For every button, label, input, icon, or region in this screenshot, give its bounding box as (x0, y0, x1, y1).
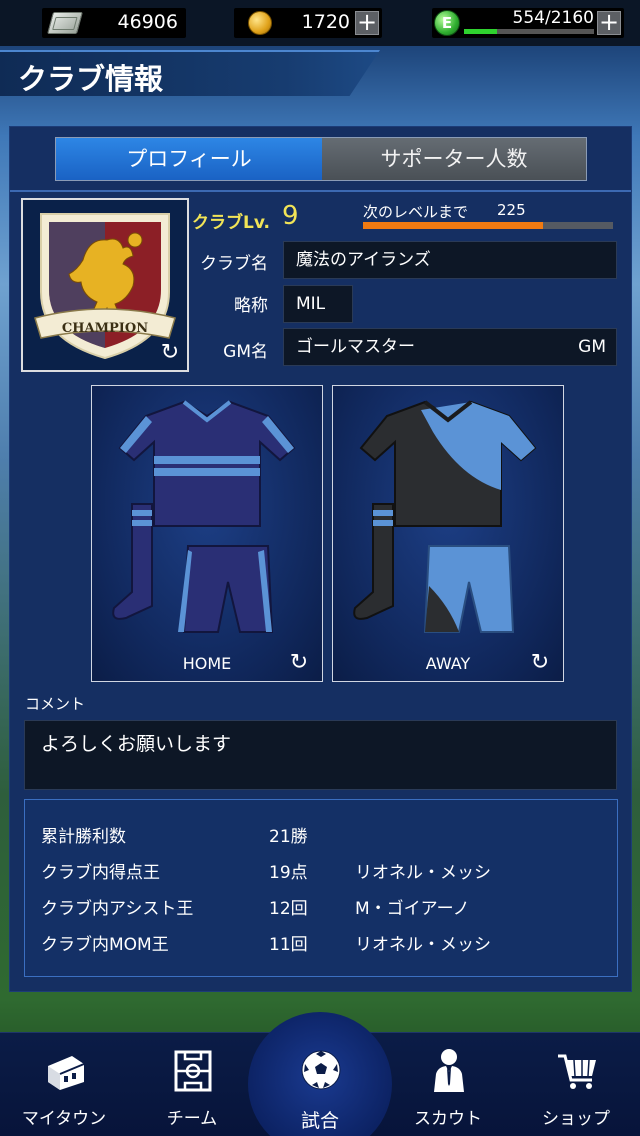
add-coins-button[interactable]: + (355, 10, 379, 35)
nav-team[interactable]: チーム (128, 1032, 256, 1136)
stat-value: 12回 (269, 899, 308, 919)
refresh-away-kit-icon[interactable]: ↻ (529, 652, 551, 674)
divider (10, 190, 631, 192)
stat-row-top-mom: クラブ内MOM王 11回 リオネル・メッシ (25, 930, 617, 960)
nav-label: マイタウン (21, 1109, 107, 1129)
coin-icon (248, 11, 272, 35)
nav-my-town[interactable]: マイタウン (0, 1032, 128, 1136)
stat-row-total-wins: 累計勝利数 21勝 (25, 822, 617, 852)
stat-value: 21勝 (269, 827, 308, 847)
stat-row-top-assist: クラブ内アシスト王 12回 M・ゴイアーノ (25, 894, 617, 924)
stamina-bar (464, 29, 594, 34)
pitch-icon (174, 1050, 212, 1092)
tab-supporters[interactable]: サポーター人数 (322, 138, 586, 180)
club-name-label: クラブ名 (200, 254, 268, 274)
stat-player: M・ゴイアーノ (355, 899, 470, 919)
stat-name: クラブ内MOM王 (41, 935, 169, 955)
next-level-value: 225 (497, 201, 526, 219)
svg-text:CHAMPION: CHAMPION (62, 321, 148, 336)
club-stats: 累計勝利数 21勝 クラブ内得点王 19点 リオネル・メッシ クラブ内アシスト王… (24, 799, 618, 977)
away-kit-icon (353, 400, 537, 633)
stamina-icon: E (434, 10, 460, 36)
club-name-field[interactable]: 魔法のアイランズ (283, 241, 617, 279)
stat-name: 累計勝利数 (41, 827, 126, 847)
nav-label: 試合 (300, 1110, 339, 1132)
nav-label: チーム (166, 1109, 218, 1129)
stat-name: クラブ内アシスト王 (41, 899, 194, 919)
coin-counter: 1720 + (234, 8, 382, 38)
nav-label: スカウト (414, 1109, 482, 1129)
home-kit-icon (112, 400, 296, 633)
stamina-bar-fill (464, 29, 498, 34)
tab-bar: プロフィール サポーター人数 (55, 137, 587, 181)
stamina-counter: E 554/2160 + (432, 8, 624, 38)
comment-label: コメント (25, 695, 86, 713)
stat-name: クラブ内得点王 (41, 863, 160, 883)
gm-suffix: GM (578, 337, 606, 357)
page-title: クラブ情報 (18, 62, 164, 96)
next-level-label: 次のレベルまで (363, 203, 469, 221)
exp-bar-fill (363, 222, 543, 229)
gm-name-field[interactable]: ゴールマスター GM (283, 328, 617, 366)
cash-icon (47, 12, 83, 34)
gm-name-label: GM名 (223, 342, 268, 362)
stat-player: リオネル・メッシ (355, 863, 491, 883)
scout-icon (434, 1049, 464, 1092)
club-level-value: 9 (282, 201, 299, 231)
stat-value: 11回 (269, 935, 308, 955)
club-emblem[interactable]: CHAMPION ↻ (21, 198, 189, 372)
gm-name-value: ゴールマスター (296, 337, 415, 357)
comment-field[interactable]: よろしくお願いします (24, 720, 617, 790)
abbr-label: 略称 (234, 296, 268, 316)
nav-label: ショップ (542, 1109, 610, 1129)
home-kit-card[interactable]: HOME ↻ (91, 385, 323, 682)
cash-counter: 46906 (42, 8, 186, 38)
page-title-bar: クラブ情報 (0, 50, 380, 96)
abbr-field[interactable]: MIL (283, 285, 353, 323)
stat-value: 19点 (269, 863, 308, 883)
refresh-emblem-icon[interactable]: ↻ (159, 342, 181, 364)
stat-player: リオネル・メッシ (355, 935, 491, 955)
tab-profile[interactable]: プロフィール (56, 138, 322, 180)
town-icon (48, 1056, 85, 1090)
nav-match[interactable]: 試合 (256, 1032, 384, 1136)
add-stamina-button[interactable]: + (597, 10, 621, 35)
stamina-value: 554/2160 (512, 8, 594, 28)
cash-value: 46906 (117, 11, 178, 33)
club-info-panel: プロフィール サポーター人数 CHAMPION ↻ クラブLv. 9 次のレベル… (9, 126, 632, 992)
club-level-label: クラブLv. (192, 213, 270, 233)
soccer-ball-icon (301, 1050, 341, 1090)
away-kit-card[interactable]: AWAY ↻ (332, 385, 564, 682)
coin-value: 1720 (301, 11, 350, 33)
resource-bar: 46906 1720 + E 554/2160 + (0, 0, 640, 46)
shopping-cart-icon (558, 1054, 596, 1089)
nav-shop[interactable]: ショップ (512, 1032, 640, 1136)
stat-row-top-scorer: クラブ内得点王 19点 リオネル・メッシ (25, 858, 617, 888)
nav-scout[interactable]: スカウト (384, 1032, 512, 1136)
exp-bar (363, 222, 613, 229)
refresh-home-kit-icon[interactable]: ↻ (288, 652, 310, 674)
